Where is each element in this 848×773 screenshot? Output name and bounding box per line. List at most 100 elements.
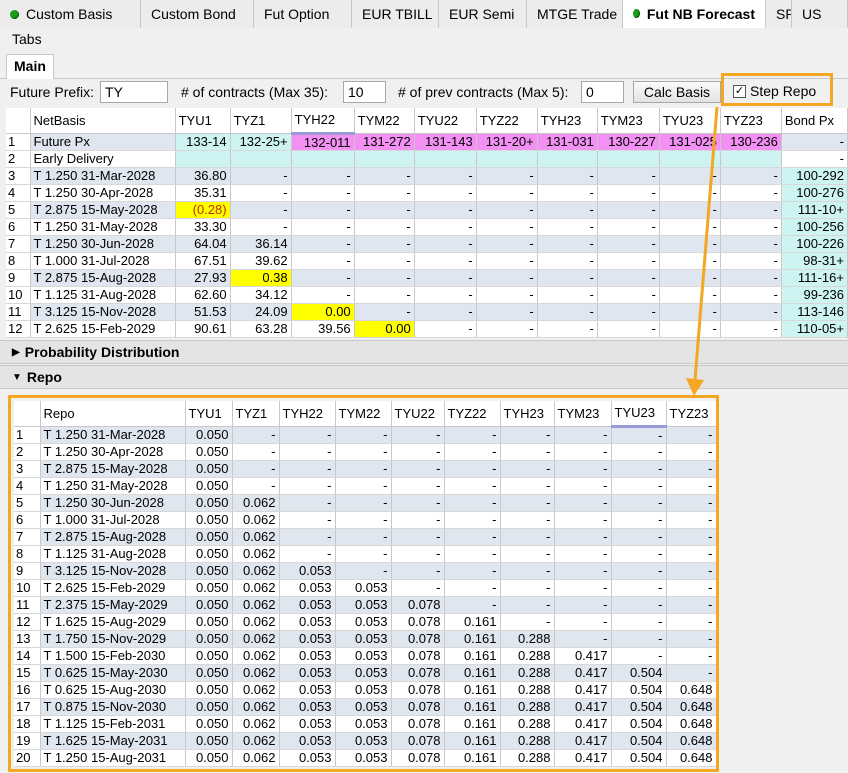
tab-eur-tbill[interactable]: EUR TBILL: [352, 0, 439, 28]
table-cell[interactable]: 0.648: [666, 732, 717, 750]
table-cell[interactable]: -: [232, 443, 280, 461]
row-label[interactable]: T 1.250 31-Mar-2028: [30, 167, 176, 185]
table-cell[interactable]: -: [391, 511, 445, 529]
table-cell[interactable]: -: [500, 426, 555, 444]
row-label[interactable]: T 0.625 15-May-2030: [40, 664, 186, 682]
row-label[interactable]: T 3.125 15-Nov-2028: [40, 562, 186, 580]
table-cell[interactable]: -: [354, 286, 415, 304]
table-cell[interactable]: 0.648: [666, 749, 717, 767]
table-cell[interactable]: -: [554, 545, 612, 563]
table-cell[interactable]: 0.288: [500, 664, 555, 682]
row-number[interactable]: 11: [14, 596, 41, 614]
table-cell[interactable]: 0.078: [391, 715, 445, 733]
table-cell[interactable]: -: [500, 562, 555, 580]
table-cell[interactable]: -: [232, 426, 280, 444]
table-cell[interactable]: -: [720, 201, 782, 219]
row-number[interactable]: 5: [6, 201, 31, 219]
row-label[interactable]: T 2.625 15-Feb-2029: [30, 320, 176, 338]
table-cell[interactable]: 100-226: [781, 235, 848, 253]
table-cell[interactable]: 0.062: [232, 647, 280, 665]
row-number[interactable]: 15: [14, 664, 41, 682]
table-cell[interactable]: -: [611, 630, 667, 648]
tab-main[interactable]: Main: [6, 54, 54, 79]
table-cell[interactable]: 0.38: [230, 269, 292, 287]
table-cell[interactable]: -: [597, 184, 660, 202]
table-cell[interactable]: 0.050: [185, 511, 233, 529]
tab-custom-bond[interactable]: Custom Bond: [141, 0, 254, 28]
row-label[interactable]: T 1.250 30-Apr-2028: [40, 443, 186, 461]
table-cell[interactable]: 0.050: [185, 732, 233, 750]
table-row[interactable]: 4T 1.250 30-Apr-2028 35.31- - - - - - - - -100-27…: [6, 184, 848, 202]
table-cell[interactable]: 24.09: [230, 303, 292, 321]
calc-basis-button[interactable]: Calc Basis: [633, 81, 721, 103]
tab-eur-semi[interactable]: EUR Semi: [439, 0, 527, 28]
row-label[interactable]: T 2.875 15-Aug-2028: [40, 528, 186, 546]
table-cell[interactable]: -: [720, 303, 782, 321]
table-row[interactable]: 7T 2.875 15-Aug-2028 0.050 0.062- - - - - - - -: [14, 528, 717, 546]
table-cell[interactable]: -: [537, 269, 598, 287]
repo-section[interactable]: ▼ Repo: [0, 365, 848, 389]
table-row[interactable]: 8T 1.000 31-Jul-2028 67.51 39.62- - - - - - - -98…: [6, 252, 848, 270]
table-cell[interactable]: -: [500, 579, 555, 597]
table-cell[interactable]: -: [444, 460, 501, 478]
row-label[interactable]: T 2.375 15-May-2029: [40, 596, 186, 614]
table-row[interactable]: 8T 1.125 31-Aug-2028 0.050 0.062- - - - - - - -: [14, 545, 717, 563]
row-label[interactable]: T 1.250 31-May-2028: [40, 477, 186, 495]
tab-fut-nb-forecast[interactable]: Fut NB Forecast: [623, 0, 766, 28]
table-cell[interactable]: -: [554, 511, 612, 529]
table-cell[interactable]: -: [537, 201, 598, 219]
table-cell[interactable]: -: [230, 218, 292, 236]
row-label[interactable]: T 1.125 31-Aug-2028: [40, 545, 186, 563]
row-number[interactable]: 1: [14, 426, 41, 444]
table-cell[interactable]: -: [611, 443, 667, 461]
step-repo-checkbox[interactable]: ✓ Step Repo: [733, 83, 816, 99]
table-cell[interactable]: 133-14: [175, 133, 231, 151]
table-cell[interactable]: -: [666, 613, 717, 631]
column-header[interactable]: TYH23: [500, 401, 555, 427]
row-label[interactable]: T 1.250 15-Aug-2031: [40, 749, 186, 767]
table-cell[interactable]: -: [666, 630, 717, 648]
tab-mtge-trade[interactable]: MTGE Trade: [527, 0, 623, 28]
table-cell[interactable]: -: [554, 460, 612, 478]
table-cell[interactable]: 35.31: [175, 184, 231, 202]
table-cell[interactable]: -: [554, 426, 612, 444]
table-cell[interactable]: 27.93: [175, 269, 231, 287]
table-cell[interactable]: 0.053: [335, 732, 392, 750]
table-cell[interactable]: -: [537, 303, 598, 321]
table-cell[interactable]: -: [554, 528, 612, 546]
row-number[interactable]: 14: [14, 647, 41, 665]
table-cell[interactable]: -: [666, 494, 717, 512]
table-row[interactable]: 17 T 0.875 15-Nov-2030 0.050 0.062 0.053 0.05…: [14, 698, 717, 716]
table-row[interactable]: 9T 3.125 15-Nov-2028 0.050 0.062 0.053- - - - -…: [14, 562, 717, 580]
table-cell[interactable]: -: [666, 647, 717, 665]
table-cell[interactable]: -: [554, 562, 612, 580]
row-number[interactable]: 19: [14, 732, 41, 750]
row-number[interactable]: 6: [14, 511, 41, 529]
table-cell[interactable]: -: [354, 269, 415, 287]
row-number[interactable]: 17: [14, 698, 41, 716]
table-cell[interactable]: -: [291, 269, 355, 287]
table-row[interactable]: 1T 1.250 31-Mar-2028 0.050- - - - - - - - -: [14, 426, 717, 444]
table-cell[interactable]: -: [500, 545, 555, 563]
table-cell[interactable]: 132-25+: [230, 133, 292, 151]
table-cell[interactable]: [175, 150, 231, 168]
table-cell[interactable]: 0.053: [279, 596, 336, 614]
table-cell[interactable]: 0.053: [335, 630, 392, 648]
table-cell[interactable]: 0.288: [500, 732, 555, 750]
table-cell[interactable]: -: [500, 613, 555, 631]
table-cell[interactable]: -: [414, 269, 477, 287]
table-cell[interactable]: -: [611, 647, 667, 665]
table-cell[interactable]: -: [659, 320, 721, 338]
table-cell[interactable]: 0.078: [391, 698, 445, 716]
table-cell[interactable]: -: [335, 426, 392, 444]
table-cell[interactable]: -: [391, 443, 445, 461]
table-cell[interactable]: [476, 150, 538, 168]
table-cell[interactable]: 0.078: [391, 647, 445, 665]
row-label[interactable]: T 1.625 15-Aug-2029: [40, 613, 186, 631]
table-cell[interactable]: 0.648: [666, 681, 717, 699]
table-cell[interactable]: -: [597, 320, 660, 338]
table-cell[interactable]: 34.12: [230, 286, 292, 304]
table-cell[interactable]: -: [720, 184, 782, 202]
table-cell[interactable]: 0.050: [185, 579, 233, 597]
table-cell[interactable]: -: [554, 477, 612, 495]
